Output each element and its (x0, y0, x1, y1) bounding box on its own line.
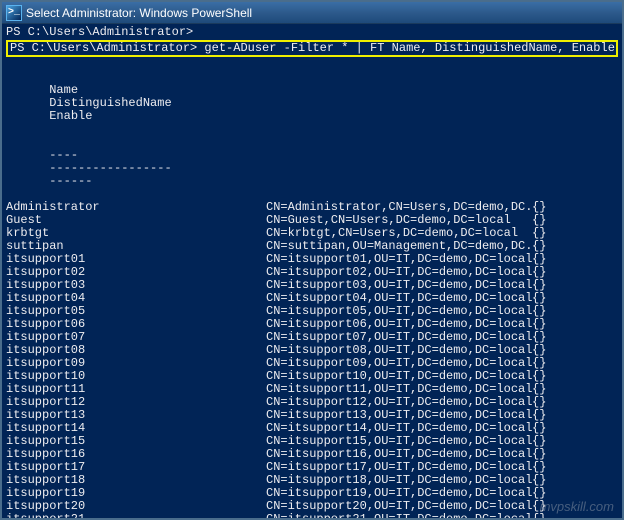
table-row: itsupport13CN=itsupport13,OU=IT,DC=demo,… (6, 409, 618, 422)
cell-name: itsupport08 (6, 344, 266, 357)
table-row: itsupport04CN=itsupport04,OU=IT,DC=demo,… (6, 292, 618, 305)
command-text: PS C:\Users\Administrator> get-ADuser -F… (10, 41, 615, 55)
table-row: itsupport15CN=itsupport15,OU=IT,DC=demo,… (6, 435, 618, 448)
table-row: itsupport10CN=itsupport10,OU=IT,DC=demo,… (6, 370, 618, 383)
table-row: AdministratorCN=Administrator,CN=Users,D… (6, 201, 618, 214)
table-row: itsupport16CN=itsupport16,OU=IT,DC=demo,… (6, 448, 618, 461)
cell-name: itsupport21 (6, 513, 266, 518)
cell-name: itsupport02 (6, 266, 266, 279)
cell-name: itsupport17 (6, 461, 266, 474)
table-row: itsupport01CN=itsupport01,OU=IT,DC=demo,… (6, 253, 618, 266)
table-row: itsupport02CN=itsupport02,OU=IT,DC=demo,… (6, 266, 618, 279)
table-row: itsupport19CN=itsupport19,OU=IT,DC=demo,… (6, 487, 618, 500)
powershell-icon: >_ (6, 5, 22, 21)
cell-dn: CN=krbtgt,CN=Users,DC=demo,DC=local (266, 227, 532, 240)
cell-dn: CN=itsupport16,OU=IT,DC=demo,DC=local (266, 448, 532, 461)
table-row: itsupport18CN=itsupport18,OU=IT,DC=demo,… (6, 474, 618, 487)
cell-dn: CN=itsupport01,OU=IT,DC=demo,DC=local (266, 253, 532, 266)
cell-dn: CN=itsupport07,OU=IT,DC=demo,DC=local (266, 331, 532, 344)
watermark: mvpskill.com (540, 499, 614, 514)
cell-name: itsupport07 (6, 331, 266, 344)
table-row: itsupport08CN=itsupport08,OU=IT,DC=demo,… (6, 344, 618, 357)
cell-name: itsupport14 (6, 422, 266, 435)
table-row: itsupport12CN=itsupport12,OU=IT,DC=demo,… (6, 396, 618, 409)
window-title: Select Administrator: Windows PowerShell (26, 6, 252, 20)
table-row: itsupport07CN=itsupport07,OU=IT,DC=demo,… (6, 331, 618, 344)
powershell-window: >_ Select Administrator: Windows PowerSh… (0, 0, 624, 520)
cell-dn: CN=itsupport09,OU=IT,DC=demo,DC=local (266, 357, 532, 370)
cell-dn: CN=itsupport14,OU=IT,DC=demo,DC=local (266, 422, 532, 435)
header-dn: DistinguishedName (49, 96, 171, 110)
cell-dn: CN=itsupport03,OU=IT,DC=demo,DC=local (266, 279, 532, 292)
cell-name: itsupport05 (6, 305, 266, 318)
table-rows: AdministratorCN=Administrator,CN=Users,D… (6, 201, 618, 518)
cell-dn: CN=Guest,CN=Users,DC=demo,DC=local (266, 214, 532, 227)
table-row: itsupport21CN=itsupport21,OU=IT,DC=demo,… (6, 513, 618, 518)
cell-dn: CN=itsupport12,OU=IT,DC=demo,DC=local (266, 396, 532, 409)
cell-name: itsupport10 (6, 370, 266, 383)
table-row: itsupport03CN=itsupport03,OU=IT,DC=demo,… (6, 279, 618, 292)
cell-name: itsupport18 (6, 474, 266, 487)
cell-dn: CN=itsupport10,OU=IT,DC=demo,DC=local (266, 370, 532, 383)
cell-dn: CN=itsupport15,OU=IT,DC=demo,DC=local (266, 435, 532, 448)
table-row: itsupport05CN=itsupport05,OU=IT,DC=demo,… (6, 305, 618, 318)
table-row: krbtgtCN=krbtgt,CN=Users,DC=demo,DC=loca… (6, 227, 618, 240)
divider-enable: ------ (49, 174, 92, 188)
cell-dn: CN=itsupport17,OU=IT,DC=demo,DC=local (266, 461, 532, 474)
cell-name: itsupport04 (6, 292, 266, 305)
cell-name: itsupport20 (6, 500, 266, 513)
cell-dn: CN=itsupport04,OU=IT,DC=demo,DC=local (266, 292, 532, 305)
table-divider: ---- ----------------- ------ (6, 136, 618, 201)
table-row: itsupport11CN=itsupport11,OU=IT,DC=demo,… (6, 383, 618, 396)
table-row: itsupport17CN=itsupport17,OU=IT,DC=demo,… (6, 461, 618, 474)
terminal-area[interactable]: PS C:\Users\Administrator> PS C:\Users\A… (2, 24, 622, 518)
table-header: Name DistinguishedName Enable (6, 71, 618, 136)
cell-dn: CN=itsupport18,OU=IT,DC=demo,DC=local (266, 474, 532, 487)
cell-dn: CN=itsupport21,OU=IT,DC=demo,DC=local (266, 513, 532, 518)
cell-name: itsupport16 (6, 448, 266, 461)
cell-dn: CN=itsupport11,OU=IT,DC=demo,DC=local (266, 383, 532, 396)
cell-name: itsupport09 (6, 357, 266, 370)
cell-name: itsupport06 (6, 318, 266, 331)
divider-dn: ----------------- (49, 161, 171, 175)
cell-name: itsupport11 (6, 383, 266, 396)
cell-dn: CN=itsupport06,OU=IT,DC=demo,DC=local (266, 318, 532, 331)
prompt-line-1: PS C:\Users\Administrator> (6, 26, 618, 39)
table-row: GuestCN=Guest,CN=Users,DC=demo,DC=local{… (6, 214, 618, 227)
cell-dn: CN=itsupport02,OU=IT,DC=demo,DC=local (266, 266, 532, 279)
cell-dn: CN=itsupport19,OU=IT,DC=demo,DC=local (266, 487, 532, 500)
table-row: itsupport14CN=itsupport14,OU=IT,DC=demo,… (6, 422, 618, 435)
cell-name: krbtgt (6, 227, 266, 240)
cell-name: suttipan (6, 240, 266, 253)
highlighted-command: PS C:\Users\Administrator> get-ADuser -F… (6, 40, 618, 57)
cell-name: itsupport15 (6, 435, 266, 448)
header-name: Name (49, 83, 78, 97)
table-row: itsupport06CN=itsupport06,OU=IT,DC=demo,… (6, 318, 618, 331)
cell-dn: CN=suttipan,OU=Management,DC=demo,DC... (266, 240, 532, 253)
divider-name: ---- (49, 148, 78, 162)
cell-name: itsupport19 (6, 487, 266, 500)
cell-dn: CN=itsupport13,OU=IT,DC=demo,DC=local (266, 409, 532, 422)
cell-dn: CN=itsupport05,OU=IT,DC=demo,DC=local (266, 305, 532, 318)
cell-dn: CN=itsupport08,OU=IT,DC=demo,DC=local (266, 344, 532, 357)
cell-dn: CN=itsupport20,OU=IT,DC=demo,DC=local (266, 500, 532, 513)
titlebar[interactable]: >_ Select Administrator: Windows PowerSh… (2, 2, 622, 24)
header-enable: Enable (49, 109, 92, 123)
cell-name: itsupport13 (6, 409, 266, 422)
table-row: suttipanCN=suttipan,OU=Management,DC=dem… (6, 240, 618, 253)
cell-name: itsupport01 (6, 253, 266, 266)
cell-name: itsupport12 (6, 396, 266, 409)
cell-name: itsupport03 (6, 279, 266, 292)
cell-dn: CN=Administrator,CN=Users,DC=demo,DC... (266, 201, 532, 214)
table-row: itsupport09CN=itsupport09,OU=IT,DC=demo,… (6, 357, 618, 370)
blank-line (6, 58, 618, 71)
table-row: itsupport20CN=itsupport20,OU=IT,DC=demo,… (6, 500, 618, 513)
cell-name: Administrator (6, 201, 266, 214)
cell-name: Guest (6, 214, 266, 227)
